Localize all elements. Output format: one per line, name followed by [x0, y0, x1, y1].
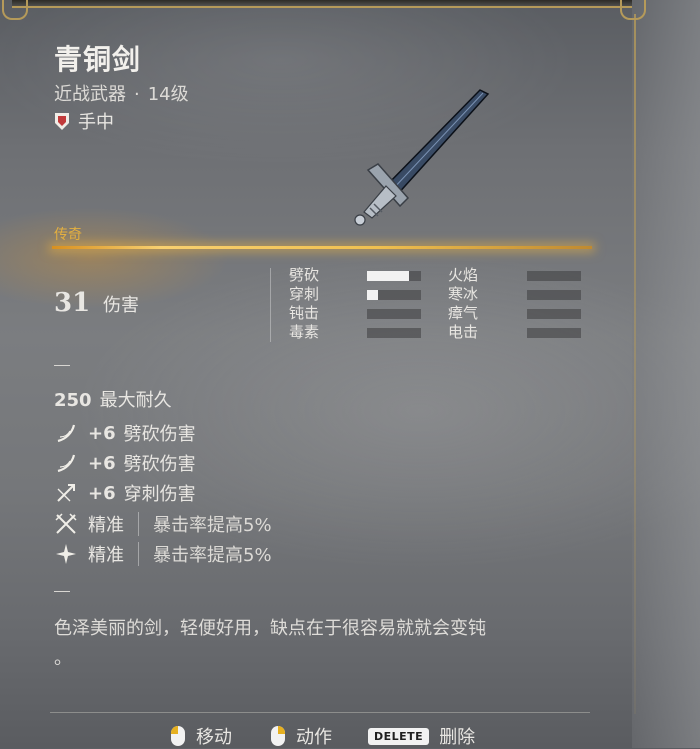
delete-hint-label: 删除	[439, 727, 476, 748]
trait-effect: 暴击率提高5%	[153, 515, 272, 536]
equip-slot: 手中	[54, 108, 114, 134]
bonus-label: 劈砍伤害	[123, 454, 196, 475]
bonus-value: +6	[88, 422, 116, 444]
trait-name: 精准	[88, 545, 124, 566]
damage-type-bar	[527, 271, 581, 281]
damage-type-bar	[367, 328, 421, 338]
item-name: 青铜剑	[54, 43, 142, 76]
damage-type-bar	[367, 271, 421, 281]
damage-type-label: 电击	[448, 323, 479, 341]
item-description: 色泽美丽的剑，轻便好用，缺点在于很容易就就会变钝 。	[54, 618, 486, 669]
damage-type-bar	[527, 309, 581, 319]
damage-value: 31	[54, 288, 91, 318]
damage-type-label: 穿刺	[289, 285, 320, 303]
sparkle-icon	[56, 544, 76, 564]
damage-label: 伤害	[103, 295, 139, 316]
subtitle-separator: ·	[134, 84, 140, 105]
bonus-label: 劈砍伤害	[123, 424, 196, 445]
damage-type-bar	[367, 309, 421, 319]
mouse-left-icon	[171, 726, 185, 746]
delete-key: DELETE	[368, 727, 430, 745]
damage-type-label: 毒素	[289, 323, 320, 341]
damage-type-bar	[527, 290, 581, 300]
slash-icon	[57, 424, 76, 443]
trait-effect: 暴击率提高5%	[153, 545, 272, 566]
rarity-label: 传奇	[54, 227, 82, 243]
damage-type-bar-fill	[367, 271, 410, 281]
damage-type-bar	[527, 328, 581, 338]
stats-divider	[270, 268, 271, 342]
item-category: 近战武器	[54, 84, 126, 105]
bonus-value: +6	[88, 482, 116, 504]
damage-type-bar	[367, 290, 421, 300]
trait-row: 精准 暴击率提高5%	[54, 511, 272, 537]
bonus-value: +6	[88, 452, 116, 474]
mouse-right-icon	[271, 726, 285, 746]
damage-type-label: 钝击	[289, 304, 320, 322]
trait-divider	[138, 512, 139, 536]
frame-corner-ornament	[2, 0, 28, 20]
item-subtitle: 近战武器 · 14级	[54, 80, 189, 106]
background-panel	[632, 0, 700, 748]
damage-type-bar-fill	[367, 290, 378, 300]
frame-top-border	[12, 0, 632, 8]
action-hint-label: 动作	[296, 727, 332, 748]
crossed-swords-icon	[55, 513, 77, 534]
frame-side-border	[634, 14, 636, 714]
action-hint[interactable]: 动作	[270, 723, 332, 749]
frame-corner-ornament	[620, 0, 646, 20]
sword-image	[354, 89, 490, 226]
slash-icon	[57, 454, 76, 473]
bonus-row: +6 穿刺伤害	[54, 480, 196, 506]
trait-divider	[138, 542, 139, 566]
delete-hint[interactable]: DELETE 删除	[368, 723, 475, 749]
bonus-label: 穿刺伤害	[123, 484, 196, 505]
bonus-row: +6 劈砍伤害	[54, 450, 196, 476]
item-level: 14级	[147, 84, 189, 105]
equip-slot-label: 手中	[78, 112, 114, 133]
damage-type-label: 寒冰	[448, 285, 479, 303]
move-hint-label: 移动	[196, 727, 232, 748]
bonus-row: +6 劈砍伤害	[54, 420, 196, 446]
move-hint[interactable]: 移动	[170, 723, 232, 749]
trait-row: 精准 暴击率提高5%	[54, 541, 272, 567]
durability-value: 250	[54, 390, 92, 411]
hand-slot-icon	[55, 113, 69, 130]
footer-divider	[50, 712, 590, 713]
damage-type-label: 劈砍	[289, 266, 320, 284]
durability-label: 最大耐久	[99, 390, 172, 411]
section-divider	[54, 365, 70, 366]
damage-type-label: 火焰	[448, 266, 479, 284]
rarity-divider	[52, 246, 592, 249]
pierce-icon	[57, 484, 75, 502]
section-divider	[54, 591, 70, 592]
durability-row: 250 最大耐久	[54, 386, 172, 412]
trait-name: 精准	[88, 515, 124, 536]
damage-type-label: 瘴气	[448, 304, 479, 322]
